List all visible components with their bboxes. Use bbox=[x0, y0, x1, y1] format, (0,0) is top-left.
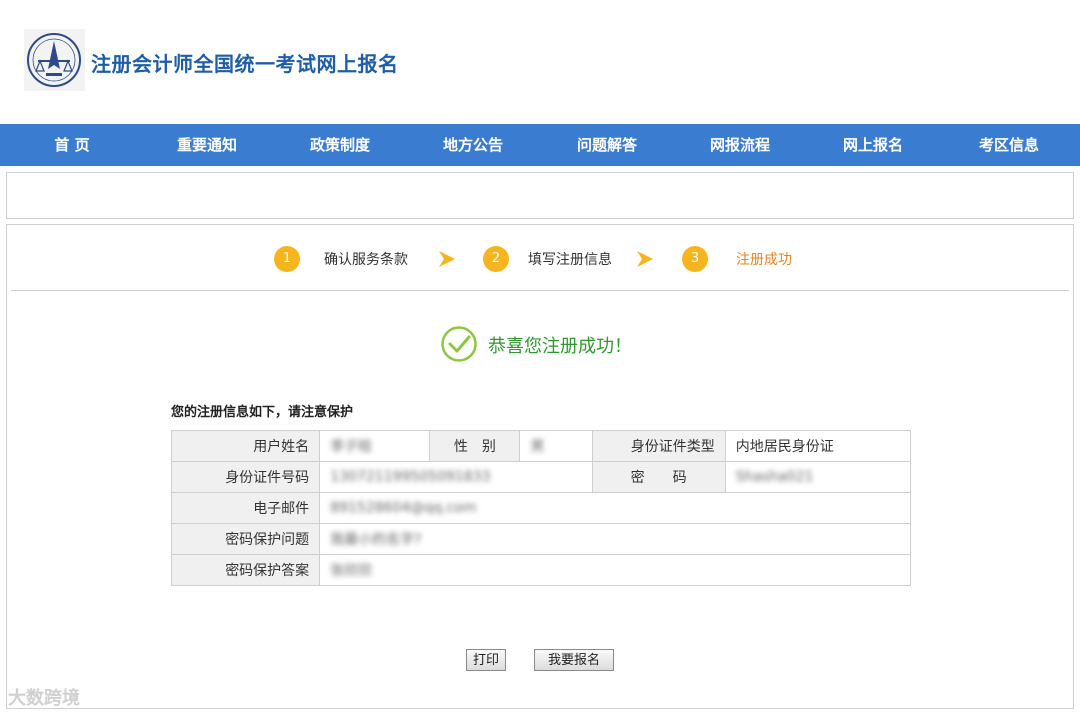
value-email: 891528604@qq.com bbox=[330, 500, 477, 516]
nav-item-policies[interactable]: 政策制度 bbox=[299, 124, 381, 166]
notice-box bbox=[6, 172, 1074, 219]
nav-item-exam-areas[interactable]: 考区信息 bbox=[968, 124, 1050, 166]
info-heading: 您的注册信息如下，请注意保护 bbox=[171, 405, 354, 420]
nav-item-faq[interactable]: 问题解答 bbox=[566, 124, 648, 166]
step-1-label: 确认服务条款 bbox=[324, 252, 408, 268]
watermark: 大数跨境 bbox=[8, 688, 80, 709]
table-row: 身份证件号码 130721199505091833 密 码 Shasha021 bbox=[170, 461, 912, 493]
table-row: 密码保护答案 张欣欣 bbox=[170, 554, 911, 586]
main-nav: 首 页 重要通知 政策制度 地方公告 问题解答 网报流程 网上报名 考区信息 bbox=[0, 124, 1080, 166]
label-username: 用户姓名 bbox=[170, 430, 321, 462]
table-row: 密码保护问题 我最小的名字? bbox=[170, 523, 911, 555]
value-id-type: 内地居民身份证 bbox=[724, 430, 912, 462]
label-password: 密 码 bbox=[591, 461, 726, 493]
step-2-label: 填写注册信息 bbox=[528, 252, 612, 268]
check-circle-icon bbox=[441, 326, 477, 362]
registration-info-table: 用户姓名 李子晗 性 别 男 身份证件类型 内地居民身份证 身份证件号码 130… bbox=[170, 430, 912, 586]
arrow-right-icon bbox=[637, 251, 653, 267]
success-message: 恭喜您注册成功！ bbox=[488, 336, 632, 357]
step-3-label: 注册成功 bbox=[736, 252, 792, 268]
label-security-answer: 密码保护答案 bbox=[170, 554, 321, 586]
site-header: 注册会计师全国统一考试网上报名 bbox=[0, 0, 1080, 124]
arrow-right-icon bbox=[439, 251, 455, 267]
value-password: Shasha021 bbox=[735, 469, 814, 485]
nav-item-process[interactable]: 网报流程 bbox=[699, 124, 781, 166]
value-username: 李子晗 bbox=[330, 439, 373, 455]
label-id-number: 身份证件号码 bbox=[170, 461, 321, 493]
value-security-question: 我最小的名字? bbox=[330, 532, 422, 548]
site-title: 注册会计师全国统一考试网上报名 bbox=[91, 52, 399, 76]
nav-item-local-announcements[interactable]: 地方公告 bbox=[432, 124, 514, 166]
divider bbox=[11, 290, 1069, 291]
print-button[interactable]: 打印 bbox=[466, 649, 506, 671]
step-3-number: 3 bbox=[682, 246, 708, 272]
apply-button[interactable]: 我要报名 bbox=[534, 649, 614, 671]
table-row: 电子邮件 891528604@qq.com bbox=[170, 492, 911, 524]
nav-item-notices[interactable]: 重要通知 bbox=[166, 124, 248, 166]
step-1-number: 1 bbox=[274, 246, 300, 272]
step-2-number: 2 bbox=[483, 246, 509, 272]
progress-steps: 1 确认服务条款 2 填写注册信息 3 注册成功 bbox=[7, 225, 1073, 290]
value-id-number: 130721199505091833 bbox=[330, 469, 491, 485]
nav-item-home[interactable]: 首 页 bbox=[32, 124, 112, 166]
label-security-question: 密码保护问题 bbox=[170, 523, 321, 555]
main-panel: 1 确认服务条款 2 填写注册信息 3 注册成功 恭喜您注册成功！ 您的注册信息… bbox=[6, 224, 1074, 709]
value-security-answer: 张欣欣 bbox=[330, 563, 373, 579]
value-gender: 男 bbox=[530, 439, 545, 455]
cicpa-emblem-icon bbox=[24, 29, 85, 91]
label-gender: 性 别 bbox=[429, 430, 521, 462]
nav-item-online-registration[interactable]: 网上报名 bbox=[832, 124, 914, 166]
label-id-type: 身份证件类型 bbox=[591, 430, 726, 462]
label-email: 电子邮件 bbox=[170, 492, 321, 524]
table-row: 用户姓名 李子晗 性 别 男 身份证件类型 内地居民身份证 bbox=[170, 430, 912, 462]
